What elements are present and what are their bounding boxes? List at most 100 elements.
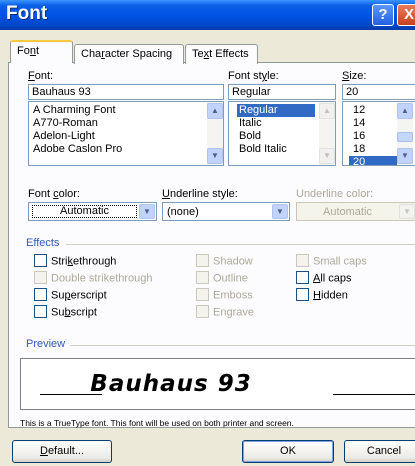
scroll-down-icon[interactable]: ▼ [397,148,413,164]
scroll-down-icon[interactable]: ▼ [319,148,335,164]
tab-font[interactable]: Font [10,40,73,63]
default-button-label: efault... [47,445,85,457]
list-item[interactable]: Adobe Caslon Pro [29,143,223,156]
scroll-up-icon[interactable]: ▲ [319,103,335,119]
shadow-checkbox[interactable]: Shadow [196,254,253,268]
ok-button[interactable]: OK [242,440,334,463]
strikethrough-label: Stri [51,255,68,268]
list-item[interactable]: A Charming Font [29,104,223,117]
tab-text-effects-label-end: t Effects [209,48,249,60]
list-item[interactable]: 18 [349,143,399,156]
hidden-checkbox[interactable]: Hidden [296,288,348,302]
list-item[interactable]: Adelon-Light [29,130,223,143]
tab-character-spacing-label: Cha [81,48,102,60]
font-style-label: Font style: [228,70,279,82]
engrave-checkbox[interactable]: Engrave [196,305,254,319]
default-button[interactable]: Default... [12,440,112,463]
font-color-value: Automatic [32,205,137,218]
font-label-text: ont: [34,70,54,82]
superscript-checkbox[interactable]: Superscript [34,288,107,302]
tab-font-label-end: t [35,45,40,57]
underline-color-value: Automatic [323,206,372,218]
font-style-scrollbar[interactable]: ▲ ▼ [319,102,335,165]
list-item[interactable]: 12 [349,104,399,117]
hidden-label: idden [320,289,348,302]
size-scrollbar[interactable]: ▲ ▼ [397,102,413,165]
tab-text-effects[interactable]: Text Effects [185,44,258,64]
font-color-label-text: Font [28,188,54,200]
small-caps-checkbox[interactable]: Small caps [296,254,367,268]
small-caps-label: Small caps [313,255,367,268]
font-color-select[interactable]: Automatic ▼ [28,202,157,221]
checkbox-box[interactable] [34,254,47,267]
help-button[interactable]: ? [372,4,394,26]
underline-style-select[interactable]: (none) ▼ [162,202,290,221]
underline-style-label-text: nderline style: [169,188,238,200]
checkbox-box[interactable] [296,254,309,267]
superscript-label: Su [51,289,65,302]
underline-color-select[interactable]: Automatic ▼ [296,202,415,221]
title-bar: Font ? X [0,0,415,30]
font-label-key: F [28,70,35,82]
chevron-down-icon[interactable]: ▼ [399,204,415,219]
all-caps-checkbox[interactable]: All caps [296,271,352,285]
checkbox-box[interactable] [196,254,209,267]
scroll-up-icon[interactable]: ▲ [207,103,223,119]
cancel-button[interactable]: Cancel [344,440,415,463]
size-input[interactable]: 20 [342,84,415,100]
scroll-up-icon[interactable]: ▲ [397,103,413,119]
scroll-down-icon[interactable]: ▼ [207,148,223,164]
baseline-right [333,394,415,395]
font-color-label-end: olor: [58,188,80,200]
subscript-label: Su [51,306,65,319]
checkbox-box[interactable] [34,288,47,301]
size-label: Size: [342,70,366,82]
font-style-label-text: Font st [228,70,262,82]
preview-note: This is a TrueType font. This font will … [20,418,294,428]
size-label-text: ize: [349,70,367,82]
checkbox-box[interactable] [196,305,209,318]
checkbox-box[interactable] [296,271,309,284]
all-caps-label: ll caps [320,272,352,285]
chevron-down-icon[interactable]: ▼ [272,204,288,219]
font-list[interactable]: A Charming Font A770-Roman Adelon-Light … [28,101,224,166]
preview-sample: Bauhaus 93 [90,371,252,397]
underline-style-value: (none) [167,206,199,218]
emboss-label: Emboss [213,289,253,302]
checkbox-box[interactable] [34,271,47,284]
font-style-label-end: le: [267,70,279,82]
close-button[interactable]: X [397,4,415,26]
checkbox-box[interactable] [296,288,309,301]
hidden-label-key: H [313,289,321,302]
scroll-thumb[interactable] [397,132,413,142]
superscript-label-end: erscript [70,289,107,302]
list-item[interactable]: A770-Roman [29,117,223,130]
shadow-label: Shadow [213,255,253,268]
double-strikethrough-checkbox[interactable]: Double strikethrough [34,271,153,285]
list-item[interactable]: 14 [349,117,399,130]
emboss-checkbox[interactable]: Emboss [196,288,253,302]
size-list[interactable]: 12 14 16 18 20 ▲ ▼ [342,101,415,166]
checkbox-box[interactable] [34,305,47,318]
font-scrollbar[interactable]: ▲ ▼ [207,102,223,165]
font-label: Font: [28,70,53,82]
list-item[interactable]: Regular [237,104,315,117]
font-style-input[interactable]: Regular [228,84,336,100]
checkbox-box[interactable] [196,271,209,284]
list-item[interactable]: 20 [349,156,399,165]
font-input[interactable]: Bauhaus 93 [28,84,224,100]
preview-heading: Preview [26,338,66,350]
underline-color-label: Underline color: [296,188,374,200]
preview-divider [70,345,415,346]
tab-text-effects-label: Te [192,48,204,60]
effects-heading: Effects [26,237,60,249]
list-item[interactable]: 16 [349,130,399,143]
checkbox-box[interactable] [196,288,209,301]
chevron-down-icon[interactable]: ▼ [139,204,155,219]
font-style-list[interactable]: Regular Italic Bold Bold Italic ▲ ▼ [228,101,336,166]
subscript-label-end: script [70,306,97,319]
strikethrough-checkbox[interactable]: Strikethrough [34,254,116,268]
subscript-checkbox[interactable]: Subscript [34,305,97,319]
tab-character-spacing[interactable]: Character Spacing [74,44,184,64]
outline-checkbox[interactable]: Outline [196,271,248,285]
